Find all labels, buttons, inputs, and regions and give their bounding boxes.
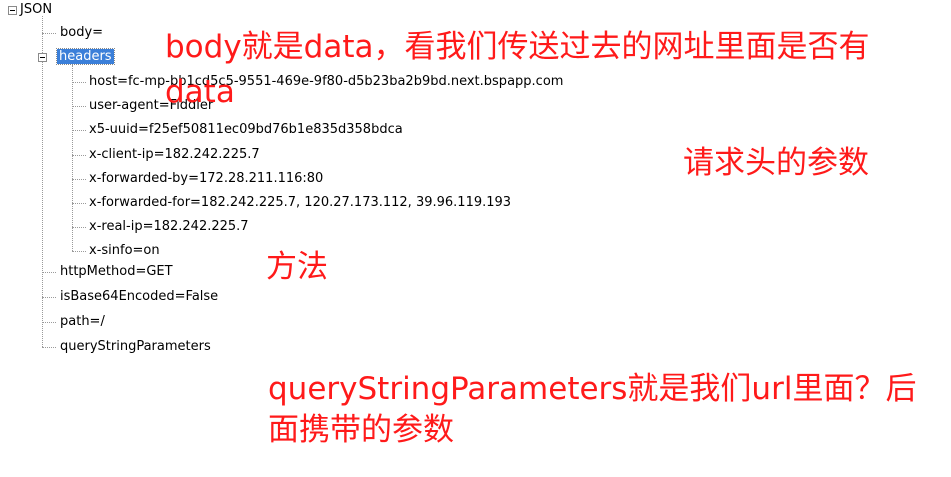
annotation-headers: 请求头的参数 [683,145,869,181]
tree-node-httpmethod[interactable]: httpMethod=GET [60,264,173,280]
tree-node-header-item[interactable]: x5-uuid=f25ef50811ec09bd76b1e835d358bdca [89,122,403,138]
tree-node-headers[interactable]: headers [56,48,115,65]
root-collapse-icon[interactable] [8,6,17,15]
tree-node-isbase64encoded[interactable]: isBase64Encoded=False [60,289,218,305]
annotation-method: 方法 [266,249,328,285]
annotation-query-line2: 面携带的参数 [268,412,454,448]
tree-node-header-item[interactable]: x-real-ip=182.242.225.7 [89,219,249,235]
tree-node-header-item[interactable]: x-forwarded-by=172.28.211.116:80 [89,171,323,187]
tree-node-header-item[interactable]: x-forwarded-for=182.242.225.7, 120.27.17… [89,195,511,211]
tree-node-header-item[interactable]: x-client-ip=182.242.225.7 [89,147,260,163]
json-root-label: JSON [20,2,53,17]
tree-node-header-item[interactable]: host=fc-mp-bb1cd5c5-9551-469e-9f80-d5b23… [89,74,563,90]
tree-node-querystringparameters[interactable]: queryStringParameters [60,339,211,355]
tree-node-path[interactable]: path=/ [60,314,105,330]
headers-collapse-icon[interactable] [38,53,47,62]
headers-selected-label: headers [56,48,115,65]
annotation-body-line1: body就是data，看我们传送过去的网址里面是否有 [165,29,870,65]
tree-node-json[interactable]: JSON [20,2,52,18]
annotation-query-line1: queryStringParameters就是我们url里面？后 [268,371,917,407]
tree-node-body[interactable]: body= [60,25,103,41]
annotation-body-line2: data [165,74,235,110]
tree-node-header-item[interactable]: x-sinfo=on [89,243,160,259]
